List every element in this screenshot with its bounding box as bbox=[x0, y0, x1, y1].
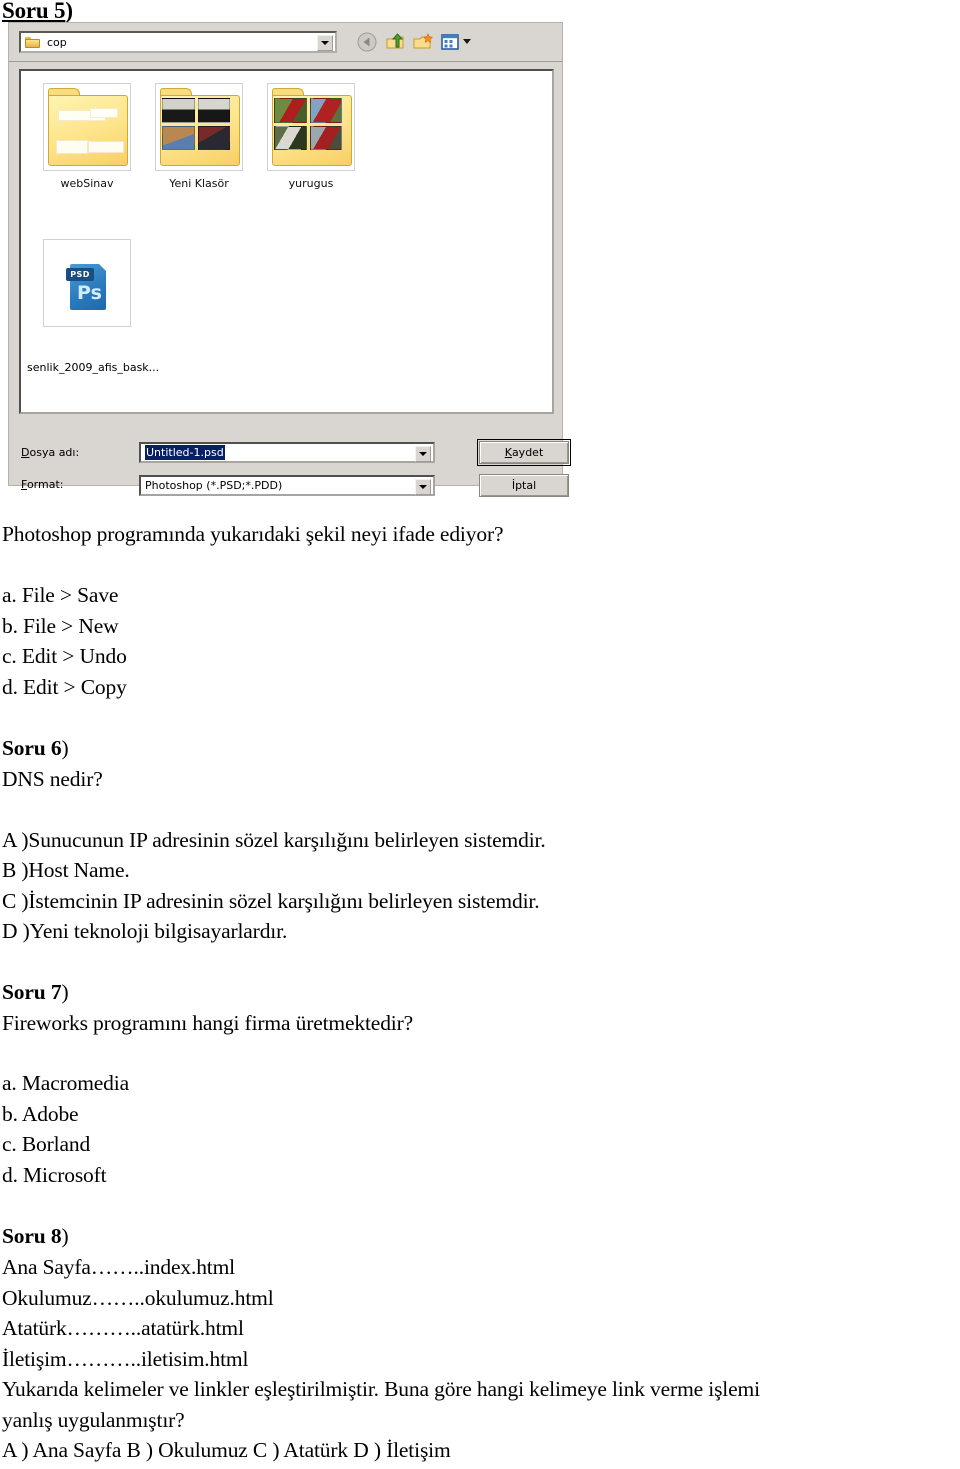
file-list-pane[interactable]: webSinav Yeni Klasör yurugus PSD Ps senl… bbox=[19, 69, 554, 414]
question-5-option-a: a. File > Save bbox=[2, 583, 119, 607]
question-8-pair-2: Okulumuz……..okulumuz.html bbox=[2, 1286, 274, 1310]
question-5-option-c: c. Edit > Undo bbox=[2, 644, 127, 668]
question-8-heading: Soru 8) bbox=[2, 1224, 69, 1248]
question-8-pair-1: Ana Sayfa……..index.html bbox=[2, 1255, 236, 1279]
folder-preview-images bbox=[162, 98, 230, 150]
question-8-prompt-line-2: yanlış uygulanmıştır? bbox=[2, 1408, 185, 1432]
filename-input[interactable]: Untitled-1.psd bbox=[139, 442, 435, 463]
question-7-option-d: d. Microsoft bbox=[2, 1163, 107, 1187]
folder-icon bbox=[48, 88, 128, 166]
look-in-value: cop bbox=[47, 35, 67, 49]
question-5-heading: Soru 5) bbox=[2, 0, 73, 24]
question-8-answers: A ) Ana Sayfa B ) Okulumuz C ) Atatürk D… bbox=[2, 1438, 451, 1462]
list-item[interactable]: Yeni Klasör bbox=[143, 83, 255, 190]
question-8-pair-3: Atatürk………..atatürk.html bbox=[2, 1316, 244, 1340]
list-item[interactable]: webSinav bbox=[31, 83, 143, 190]
chevron-down-icon[interactable] bbox=[415, 479, 431, 495]
list-item-label: yurugus bbox=[288, 177, 334, 190]
list-item-label: webSinav bbox=[60, 177, 114, 190]
question-8-pair-4: İletişim………..iletisim.html bbox=[2, 1347, 249, 1371]
chevron-down-icon[interactable] bbox=[415, 446, 431, 462]
dialog-toolbar: cop bbox=[9, 23, 562, 62]
save-as-dialog-figure: cop webSinav Yeni Klasör yurugus PSD Ps … bbox=[8, 22, 571, 497]
question-6-option-b: B )Host Name. bbox=[2, 858, 130, 882]
format-field-label: Format: bbox=[21, 478, 64, 491]
cancel-button[interactable]: İptal bbox=[479, 474, 569, 497]
question-5-option-d: d. Edit > Copy bbox=[2, 675, 127, 699]
look-in-combobox[interactable]: cop bbox=[19, 31, 337, 53]
folder-thumbnail-yeni-klasor bbox=[155, 83, 243, 171]
views-dropdown-arrow-icon[interactable] bbox=[463, 39, 471, 44]
list-item[interactable]: PSD Ps bbox=[31, 239, 143, 327]
psd-badge-label: PSD bbox=[66, 268, 94, 281]
filename-value: Untitled-1.psd bbox=[145, 445, 225, 460]
format-value: Photoshop (*.PSD;*.PDD) bbox=[145, 479, 283, 492]
question-6-option-a: A )Sunucunun IP adresinin sözel karşılığ… bbox=[2, 828, 546, 852]
psd-file-icon: PSD Ps bbox=[66, 256, 110, 310]
question-6-option-c: C )İstemcinin IP adresinin sözel karşılı… bbox=[2, 889, 540, 913]
question-7-option-c: c. Borland bbox=[2, 1132, 91, 1156]
list-item-label: Yeni Klasör bbox=[169, 177, 229, 190]
folder-thumbnail-yurugus bbox=[267, 83, 355, 171]
up-one-level-icon[interactable] bbox=[386, 32, 406, 52]
views-icon[interactable] bbox=[440, 32, 460, 52]
question-6-prompt: DNS nedir? bbox=[2, 767, 103, 791]
filename-field-label: Dosya adı: bbox=[21, 446, 80, 459]
question-8-prompt-line-1: Yukarıda kelimeler ve linkler eşleştiril… bbox=[2, 1377, 760, 1401]
list-item-label: senlik_2009_afis_bask... bbox=[27, 361, 160, 374]
new-folder-icon[interactable] bbox=[413, 32, 433, 52]
question-7-prompt: Fireworks programını hangi firma üretmek… bbox=[2, 1011, 414, 1035]
question-7-option-a: a. Macromedia bbox=[2, 1071, 129, 1095]
question-6-option-d: D )Yeni teknoloji bilgisayarlardır. bbox=[2, 919, 288, 943]
question-5-prompt: Photoshop programında yukarıdaki şekil n… bbox=[2, 522, 504, 546]
question-5-heading-paren: ) bbox=[65, 0, 73, 23]
question-5-heading-label: Soru 5 bbox=[2, 0, 66, 23]
folder-preview-images bbox=[274, 98, 342, 150]
question-6-heading: Soru 6) bbox=[2, 736, 69, 760]
psd-file-thumbnail: PSD Ps bbox=[43, 239, 131, 327]
format-select[interactable]: Photoshop (*.PSD;*.PDD) bbox=[139, 475, 435, 496]
folder-thumbnail-websinav bbox=[43, 83, 131, 171]
back-icon[interactable] bbox=[357, 32, 377, 52]
save-button[interactable]: Kaydet bbox=[477, 439, 571, 466]
folder-icon bbox=[25, 36, 41, 49]
question-7-option-b: b. Adobe bbox=[2, 1102, 79, 1126]
chevron-down-icon[interactable] bbox=[317, 35, 333, 51]
psd-glyph-label: Ps bbox=[77, 282, 102, 304]
list-item[interactable]: yurugus bbox=[255, 83, 367, 190]
question-5-option-b: b. File > New bbox=[2, 614, 119, 638]
question-7-heading: Soru 7) bbox=[2, 980, 69, 1004]
